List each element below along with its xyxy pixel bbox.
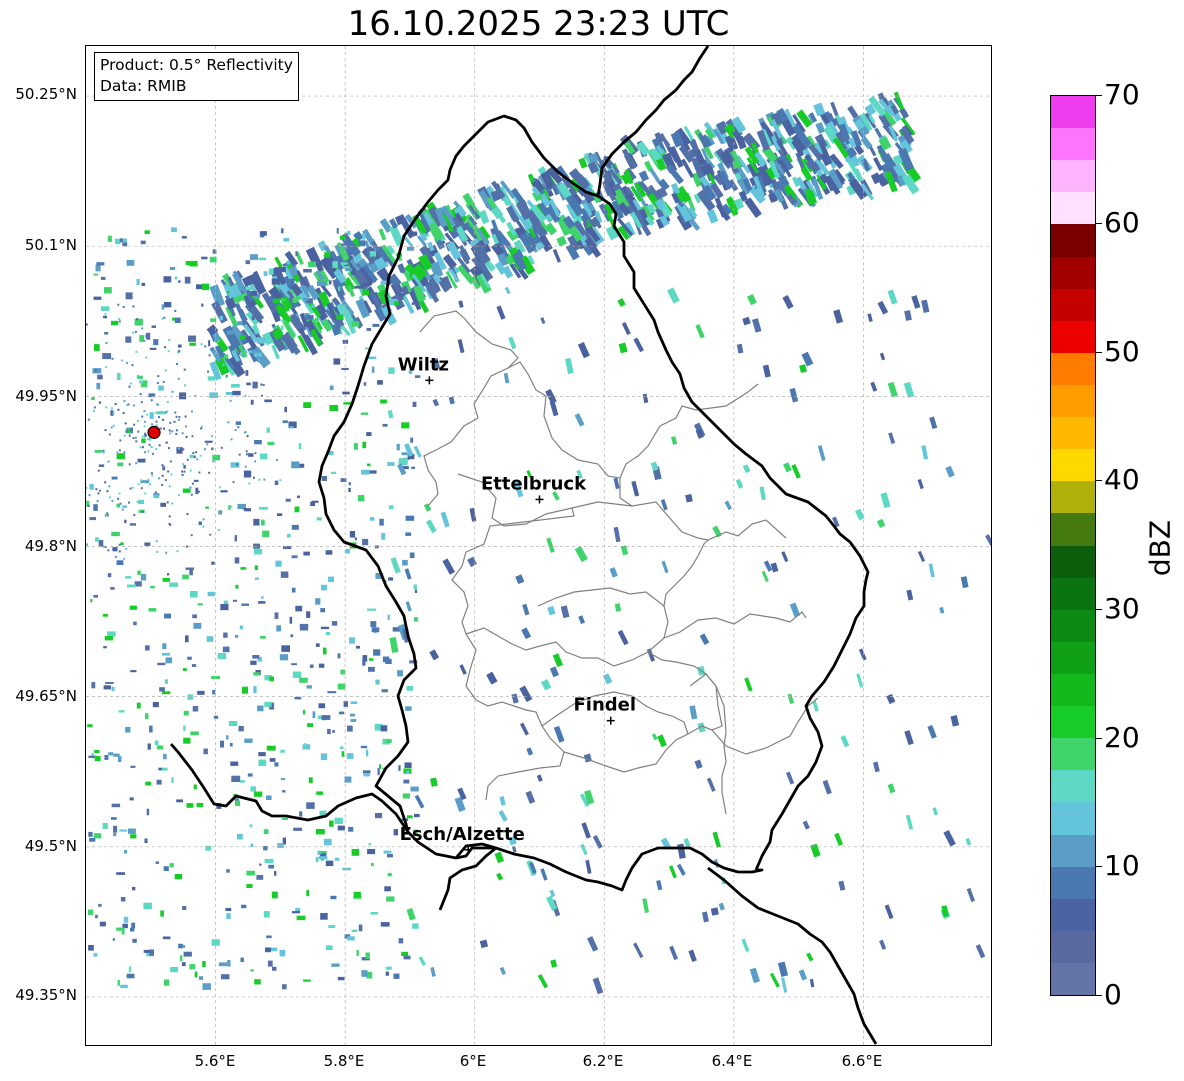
colorbar-tick-label: 20 <box>1104 721 1140 754</box>
colorbar-tick-mark <box>1096 866 1102 867</box>
canton-border <box>537 587 665 607</box>
colorbar-segment <box>1051 962 1095 996</box>
colorbar-tick-label: 70 <box>1104 78 1140 111</box>
colorbar-tick-label: 60 <box>1104 206 1140 239</box>
colorbar-tick-mark <box>1096 480 1102 481</box>
map-title: 16.10.2025 23:23 UTC <box>347 4 730 44</box>
colorbar-segment <box>1051 417 1095 450</box>
colorbar-tick-label: 10 <box>1104 849 1140 882</box>
canton-border <box>663 539 709 639</box>
colorbar-tick-mark <box>1096 738 1102 739</box>
colorbar-tick-mark <box>1096 352 1102 353</box>
colorbar-segment <box>1051 834 1095 867</box>
colorbar-tick-mark <box>1096 95 1102 96</box>
colorbar-segment <box>1051 513 1095 546</box>
canton-borders <box>419 310 819 815</box>
y-tick-label: 49.65°N <box>15 687 77 705</box>
colorbar-segment <box>1051 449 1095 482</box>
colorbar-tick-mark <box>1096 609 1102 610</box>
colorbar-segment <box>1051 706 1095 739</box>
colorbar-tick-label: 40 <box>1104 463 1140 496</box>
canton-border <box>451 507 575 635</box>
colorbar-tick-mark <box>1096 995 1102 996</box>
colorbar <box>1050 95 1096 996</box>
canton-border <box>701 697 819 755</box>
city-label: Esch/Alzette <box>400 824 525 845</box>
info-box: Product: 0.5° Reflectivity Data: RMIB <box>94 52 299 101</box>
city-label: Wiltz <box>398 354 449 375</box>
city-label: Ettelbruck <box>481 473 587 494</box>
colorbar-segment <box>1051 930 1095 963</box>
colorbar-segment <box>1051 192 1095 225</box>
y-tick-label: 49.95°N <box>15 387 77 405</box>
colorbar-tick-label: 30 <box>1104 592 1140 625</box>
radar-map[interactable]: Wiltz Ettelbruck Findel Esch/Alzette <box>85 45 992 1046</box>
colorbar-segment <box>1051 224 1095 257</box>
lux-france-border <box>707 866 878 1045</box>
colorbar-segment <box>1051 481 1095 514</box>
colorbar-tick-mark <box>1096 223 1102 224</box>
colorbar-segment <box>1051 288 1095 321</box>
canton-border <box>465 611 807 667</box>
colorbar-segment <box>1051 545 1095 578</box>
canton-border <box>689 673 727 815</box>
colorbar-segment <box>1051 128 1095 161</box>
colorbar-segment <box>1051 802 1095 835</box>
colorbar-segment <box>1051 352 1095 385</box>
colorbar-segment <box>1051 384 1095 418</box>
product-label: Product: 0.5° Reflectivity <box>100 56 293 74</box>
x-tick-label: 6°E <box>459 1052 487 1070</box>
canton-border <box>465 633 565 753</box>
colorbar-segment <box>1051 609 1095 642</box>
colorbar-segment <box>1051 673 1095 707</box>
colorbar-segment <box>1051 96 1095 129</box>
data-source-label: Data: RMIB <box>100 77 187 95</box>
y-tick-label: 49.35°N <box>15 986 77 1004</box>
y-tick-label: 49.5°N <box>24 837 77 855</box>
colorbar-segment <box>1051 320 1095 353</box>
y-tick-label: 50.1°N <box>24 236 77 254</box>
y-tick-label: 49.8°N <box>24 537 77 555</box>
city-marker: Wiltz <box>398 354 449 385</box>
city-marker: Findel <box>573 695 636 725</box>
city-label: Findel <box>573 695 636 716</box>
lux-germany-border <box>597 194 870 871</box>
radar-site-layer <box>147 425 161 439</box>
y-tick-label: 50.25°N <box>15 85 77 103</box>
colorbar-segment <box>1051 641 1095 674</box>
colorbar-segment <box>1051 160 1095 193</box>
colorbar-label: dBZ <box>1143 519 1177 577</box>
x-tick-label: 6.4°E <box>711 1052 753 1070</box>
colorbar-segment <box>1051 738 1095 771</box>
colorbar-tick-label: 50 <box>1104 335 1140 368</box>
colorbar-tick-label: 0 <box>1104 978 1122 1011</box>
radar-map-canvas[interactable]: Wiltz Ettelbruck Findel Esch/Alzette <box>86 46 992 1046</box>
x-tick-label: 5.8°E <box>323 1052 365 1070</box>
radar-site-marker <box>147 425 161 439</box>
x-tick-label: 6.2°E <box>582 1052 624 1070</box>
colorbar-segment <box>1051 256 1095 289</box>
canton-border <box>485 751 565 801</box>
city-marker: Ettelbruck <box>481 473 587 504</box>
colorbar-segment <box>1051 866 1095 899</box>
colorbar-segment <box>1051 770 1095 803</box>
x-tick-label: 5.6°E <box>194 1052 236 1070</box>
colorbar-segment <box>1051 898 1095 931</box>
x-tick-label: 6.6°E <box>841 1052 883 1070</box>
colorbar-segment <box>1051 577 1095 610</box>
